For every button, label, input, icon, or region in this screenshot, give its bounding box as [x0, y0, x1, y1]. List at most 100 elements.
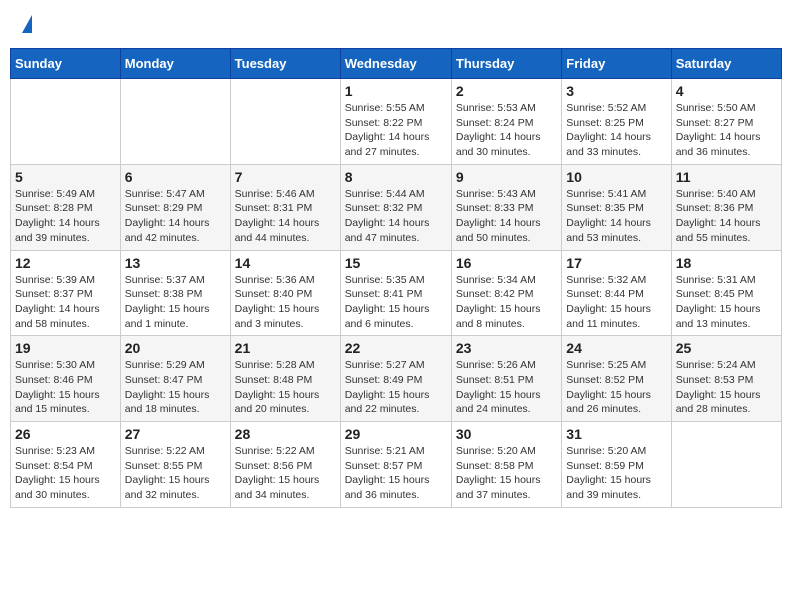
- day-number: 16: [456, 255, 557, 271]
- calendar-cell: 8 Sunrise: 5:44 AM Sunset: 8:32 PM Daylig…: [340, 164, 451, 250]
- calendar-cell: 17 Sunrise: 5:32 AM Sunset: 8:44 PM Dayli…: [562, 250, 671, 336]
- calendar-cell: 31 Sunrise: 5:20 AM Sunset: 8:59 PM Dayli…: [562, 422, 671, 508]
- calendar-week-row: 26Sunrise: 5:23 AM Sunset: 8:54 PM Dayli…: [11, 422, 782, 508]
- calendar-cell: 7 Sunrise: 5:46 AM Sunset: 8:31 PM Daylig…: [230, 164, 340, 250]
- day-number: 23: [456, 340, 557, 356]
- day-info: Sunrise: 5:34 AM Sunset: 8:42 PM Dayligh…: [456, 273, 557, 332]
- calendar-cell: 6Sunrise: 5:47 AM Sunset: 8:29 PM Daylig…: [120, 164, 230, 250]
- day-number: 11: [676, 169, 777, 185]
- calendar-table: SundayMondayTuesdayWednesdayThursdayFrid…: [10, 48, 782, 508]
- day-info: Sunrise: 5:31 AM Sunset: 8:45 PM Dayligh…: [676, 273, 777, 332]
- day-number: 14: [235, 255, 336, 271]
- day-info: Sunrise: 5:40 AM Sunset: 8:36 PM Dayligh…: [676, 187, 777, 246]
- day-number: 9: [456, 169, 557, 185]
- day-info: Sunrise: 5:37 AM Sunset: 8:38 PM Dayligh…: [125, 273, 226, 332]
- calendar-cell: 14 Sunrise: 5:36 AM Sunset: 8:40 PM Dayli…: [230, 250, 340, 336]
- calendar-cell: 5 Sunrise: 5:49 AM Sunset: 8:28 PM Daylig…: [11, 164, 121, 250]
- calendar-week-row: 1 Sunrise: 5:55 AM Sunset: 8:22 PM Daylig…: [11, 79, 782, 165]
- day-info: Sunrise: 5:22 AM Sunset: 8:56 PM Dayligh…: [235, 444, 336, 503]
- day-info: Sunrise: 5:53 AM Sunset: 8:24 PM Dayligh…: [456, 101, 557, 160]
- day-number: 4: [676, 83, 777, 99]
- day-info: Sunrise: 5:22 AM Sunset: 8:55 PM Dayligh…: [125, 444, 226, 503]
- day-number: 2: [456, 83, 557, 99]
- calendar-cell: 3Sunrise: 5:52 AM Sunset: 8:25 PM Daylig…: [562, 79, 671, 165]
- day-number: 19: [15, 340, 116, 356]
- calendar-cell: [11, 79, 121, 165]
- calendar-cell: 10 Sunrise: 5:41 AM Sunset: 8:35 PM Dayli…: [562, 164, 671, 250]
- calendar-cell: 26Sunrise: 5:23 AM Sunset: 8:54 PM Dayli…: [11, 422, 121, 508]
- day-info: Sunrise: 5:32 AM Sunset: 8:44 PM Dayligh…: [566, 273, 666, 332]
- day-number: 24: [566, 340, 666, 356]
- calendar-cell: 13 Sunrise: 5:37 AM Sunset: 8:38 PM Dayli…: [120, 250, 230, 336]
- calendar-cell: 18 Sunrise: 5:31 AM Sunset: 8:45 PM Dayli…: [671, 250, 781, 336]
- calendar-cell: 27Sunrise: 5:22 AM Sunset: 8:55 PM Dayli…: [120, 422, 230, 508]
- day-number: 10: [566, 169, 666, 185]
- day-info: Sunrise: 5:39 AM Sunset: 8:37 PM Dayligh…: [15, 273, 116, 332]
- calendar-cell: 16 Sunrise: 5:34 AM Sunset: 8:42 PM Dayli…: [451, 250, 561, 336]
- day-number: 15: [345, 255, 447, 271]
- day-info: Sunrise: 5:35 AM Sunset: 8:41 PM Dayligh…: [345, 273, 447, 332]
- day-info: Sunrise: 5:43 AM Sunset: 8:33 PM Dayligh…: [456, 187, 557, 246]
- day-number: 29: [345, 426, 447, 442]
- day-info: Sunrise: 5:30 AM Sunset: 8:46 PM Dayligh…: [15, 358, 116, 417]
- day-number: 13: [125, 255, 226, 271]
- calendar-cell: 19 Sunrise: 5:30 AM Sunset: 8:46 PM Dayli…: [11, 336, 121, 422]
- calendar-cell: 1 Sunrise: 5:55 AM Sunset: 8:22 PM Daylig…: [340, 79, 451, 165]
- day-number: 7: [235, 169, 336, 185]
- weekday-header-thursday: Thursday: [451, 49, 561, 79]
- day-info: Sunrise: 5:20 AM Sunset: 8:59 PM Dayligh…: [566, 444, 666, 503]
- day-info: Sunrise: 5:25 AM Sunset: 8:52 PM Dayligh…: [566, 358, 666, 417]
- day-number: 17: [566, 255, 666, 271]
- day-number: 22: [345, 340, 447, 356]
- day-number: 25: [676, 340, 777, 356]
- day-info: Sunrise: 5:44 AM Sunset: 8:32 PM Dayligh…: [345, 187, 447, 246]
- weekday-header-saturday: Saturday: [671, 49, 781, 79]
- day-info: Sunrise: 5:36 AM Sunset: 8:40 PM Dayligh…: [235, 273, 336, 332]
- calendar-week-row: 19 Sunrise: 5:30 AM Sunset: 8:46 PM Dayli…: [11, 336, 782, 422]
- day-info: Sunrise: 5:49 AM Sunset: 8:28 PM Dayligh…: [15, 187, 116, 246]
- day-info: Sunrise: 5:28 AM Sunset: 8:48 PM Dayligh…: [235, 358, 336, 417]
- logo: [20, 15, 32, 33]
- weekday-header-tuesday: Tuesday: [230, 49, 340, 79]
- calendar-cell: 4Sunrise: 5:50 AM Sunset: 8:27 PM Daylig…: [671, 79, 781, 165]
- logo-triangle-icon: [22, 15, 32, 33]
- calendar-week-row: 5 Sunrise: 5:49 AM Sunset: 8:28 PM Daylig…: [11, 164, 782, 250]
- weekday-header-sunday: Sunday: [11, 49, 121, 79]
- calendar-cell: 25 Sunrise: 5:24 AM Sunset: 8:53 PM Dayli…: [671, 336, 781, 422]
- calendar-cell: [230, 79, 340, 165]
- day-number: 12: [15, 255, 116, 271]
- day-info: Sunrise: 5:41 AM Sunset: 8:35 PM Dayligh…: [566, 187, 666, 246]
- page-header: [10, 10, 782, 38]
- calendar-cell: 21 Sunrise: 5:28 AM Sunset: 8:48 PM Dayli…: [230, 336, 340, 422]
- day-info: Sunrise: 5:26 AM Sunset: 8:51 PM Dayligh…: [456, 358, 557, 417]
- calendar-cell: 2 Sunrise: 5:53 AM Sunset: 8:24 PM Daylig…: [451, 79, 561, 165]
- calendar-week-row: 12 Sunrise: 5:39 AM Sunset: 8:37 PM Dayli…: [11, 250, 782, 336]
- calendar-cell: 24 Sunrise: 5:25 AM Sunset: 8:52 PM Dayli…: [562, 336, 671, 422]
- calendar-cell: [120, 79, 230, 165]
- calendar-cell: 11 Sunrise: 5:40 AM Sunset: 8:36 PM Dayli…: [671, 164, 781, 250]
- calendar-cell: 9 Sunrise: 5:43 AM Sunset: 8:33 PM Daylig…: [451, 164, 561, 250]
- day-info: Sunrise: 5:27 AM Sunset: 8:49 PM Dayligh…: [345, 358, 447, 417]
- calendar-cell: 28Sunrise: 5:22 AM Sunset: 8:56 PM Dayli…: [230, 422, 340, 508]
- weekday-header-wednesday: Wednesday: [340, 49, 451, 79]
- day-info: Sunrise: 5:46 AM Sunset: 8:31 PM Dayligh…: [235, 187, 336, 246]
- day-number: 1: [345, 83, 447, 99]
- calendar-cell: 30Sunrise: 5:20 AM Sunset: 8:58 PM Dayli…: [451, 422, 561, 508]
- day-number: 26: [15, 426, 116, 442]
- day-number: 21: [235, 340, 336, 356]
- day-number: 18: [676, 255, 777, 271]
- day-info: Sunrise: 5:47 AM Sunset: 8:29 PM Dayligh…: [125, 187, 226, 246]
- calendar-cell: 23 Sunrise: 5:26 AM Sunset: 8:51 PM Dayli…: [451, 336, 561, 422]
- day-number: 8: [345, 169, 447, 185]
- day-info: Sunrise: 5:29 AM Sunset: 8:47 PM Dayligh…: [125, 358, 226, 417]
- calendar-cell: 22 Sunrise: 5:27 AM Sunset: 8:49 PM Dayli…: [340, 336, 451, 422]
- day-info: Sunrise: 5:21 AM Sunset: 8:57 PM Dayligh…: [345, 444, 447, 503]
- weekday-header-friday: Friday: [562, 49, 671, 79]
- day-number: 5: [15, 169, 116, 185]
- day-info: Sunrise: 5:24 AM Sunset: 8:53 PM Dayligh…: [676, 358, 777, 417]
- calendar-cell: 12 Sunrise: 5:39 AM Sunset: 8:37 PM Dayli…: [11, 250, 121, 336]
- day-info: Sunrise: 5:55 AM Sunset: 8:22 PM Dayligh…: [345, 101, 447, 160]
- day-info: Sunrise: 5:20 AM Sunset: 8:58 PM Dayligh…: [456, 444, 557, 503]
- calendar-cell: 20Sunrise: 5:29 AM Sunset: 8:47 PM Dayli…: [120, 336, 230, 422]
- day-number: 31: [566, 426, 666, 442]
